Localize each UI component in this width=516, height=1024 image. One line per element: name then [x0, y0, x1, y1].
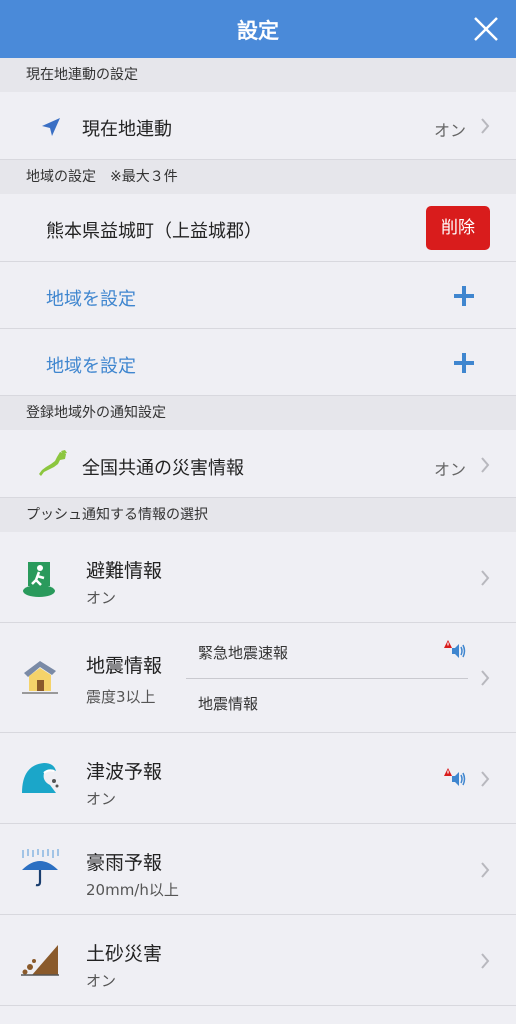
add-region-label: 地域を設定: [46, 289, 136, 310]
push-item-rain[interactable]: 豪雨予報 20mm/h以上: [0, 824, 516, 915]
chevron-right-icon: [480, 457, 490, 473]
earthquake-sub-item-info: 地震情報: [198, 695, 259, 713]
region-row: 熊本県益城町（上益城郡） 削除: [0, 194, 516, 262]
header-bar: 設定: [0, 0, 516, 58]
nationwide-label: 全国共通の災害情報: [82, 458, 244, 479]
earthquake-sub-item-eew: 緊急地震速報: [198, 644, 289, 662]
location-link-label: 現在地連動: [82, 119, 172, 140]
landslide-title: 土砂災害: [86, 943, 163, 965]
location-link-value: オン: [433, 121, 466, 140]
close-button[interactable]: [470, 12, 502, 46]
chevron-right-icon: [480, 953, 490, 969]
push-item-evacuation[interactable]: 避難情報 オン: [0, 532, 516, 623]
close-icon: [474, 17, 498, 41]
evacuation-icon: [23, 562, 55, 597]
location-arrow-icon: [42, 118, 60, 136]
divider: [186, 678, 468, 679]
japan-map-icon: [39, 450, 67, 476]
chevron-right-icon: [480, 862, 490, 878]
tsunami-title: 津波予報: [86, 761, 163, 783]
chevron-right-icon: [480, 670, 490, 686]
push-item-earthquake[interactable]: 地震情報 震度3以上 緊急地震速報 地震情報: [0, 623, 516, 733]
rain-umbrella-icon: [22, 849, 59, 887]
page-title: 設定: [237, 19, 279, 43]
add-region-label: 地域を設定: [46, 356, 136, 377]
plus-icon: [454, 286, 474, 306]
nationwide-value: オン: [433, 460, 466, 479]
evacuation-title: 避難情報: [86, 560, 163, 582]
landslide-sub: オン: [86, 972, 117, 990]
alert-sound-icon: [444, 640, 466, 658]
earthquake-sub-items: 緊急地震速報 地震情報: [186, 623, 468, 733]
section-header-outside: 登録地域外の通知設定: [0, 396, 516, 430]
tsunami-wave-icon: [22, 763, 59, 793]
earthquake-sub: 震度3以上: [86, 688, 156, 706]
region-name: 熊本県益城町（上益城郡）: [46, 221, 262, 242]
section-header-location: 現在地連動の設定: [0, 58, 516, 92]
rain-sub: 20mm/h以上: [86, 881, 179, 899]
earthquake-title: 地震情報: [86, 655, 163, 677]
push-item-landslide[interactable]: 土砂災害 オン: [0, 915, 516, 1006]
location-link-row[interactable]: 現在地連動 オン: [0, 92, 516, 160]
add-region-row-1[interactable]: 地域を設定: [0, 262, 516, 329]
alert-sound-icon: [444, 768, 466, 786]
delete-button[interactable]: 削除: [426, 206, 490, 250]
rain-title: 豪雨予報: [86, 852, 163, 874]
earthquake-house-icon: [22, 661, 58, 694]
chevron-right-icon: [480, 570, 490, 586]
landslide-icon: [21, 945, 59, 976]
section-header-regions: 地域の設定 ※最大３件: [0, 160, 516, 194]
plus-icon: [454, 353, 474, 373]
nationwide-row[interactable]: 全国共通の災害情報 オン: [0, 430, 516, 498]
chevron-right-icon: [480, 118, 490, 134]
evacuation-sub: オン: [86, 589, 117, 607]
chevron-right-icon: [480, 771, 490, 787]
add-region-row-2[interactable]: 地域を設定: [0, 329, 516, 396]
section-header-push: プッシュ通知する情報の選択: [0, 498, 516, 532]
tsunami-sub: オン: [86, 790, 117, 808]
push-item-tsunami[interactable]: 津波予報 オン: [0, 733, 516, 824]
